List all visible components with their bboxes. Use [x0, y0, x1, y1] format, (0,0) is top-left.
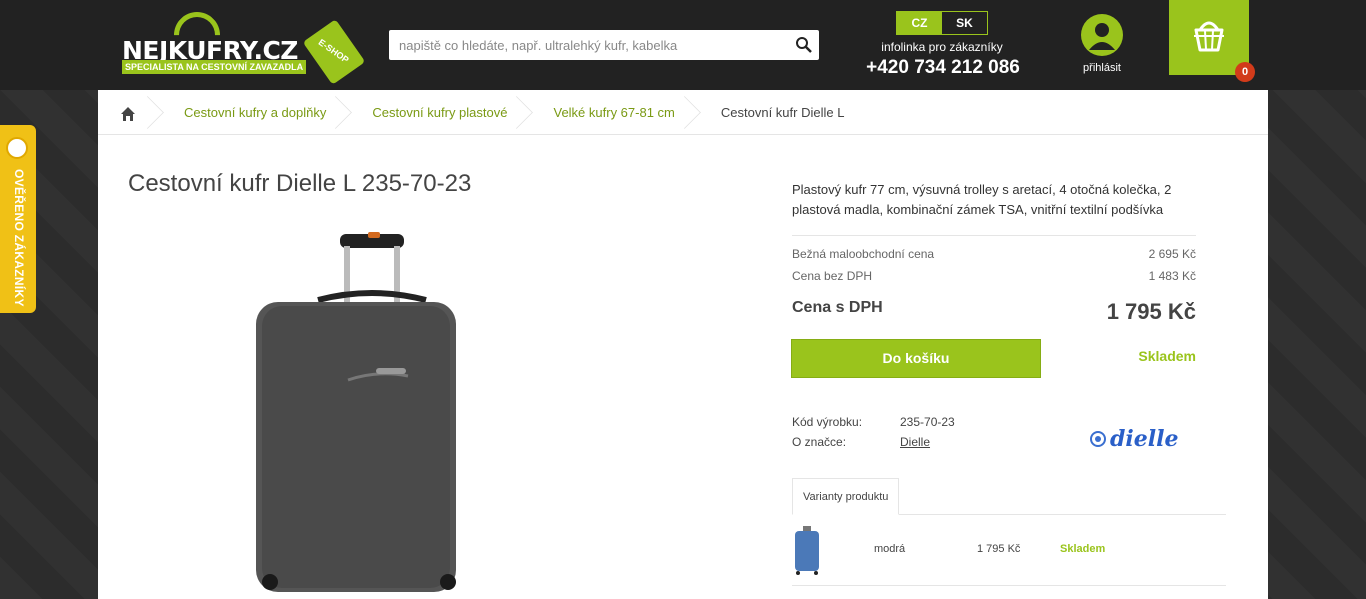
- product-panel: Cestovní kufry a doplňky Cestovní kufry …: [98, 90, 1268, 599]
- login-label: přihlásit: [1083, 62, 1121, 74]
- breadcrumb-item[interactable]: Velké kufry 67-81 cm: [525, 90, 692, 135]
- cart-count-badge: 0: [1235, 62, 1255, 82]
- verified-seal-icon: [6, 137, 28, 159]
- vat-price-label: Cena s DPH: [792, 299, 883, 316]
- variant-price: 1 795 Kč: [977, 543, 1021, 555]
- verified-badge-label: OVĚŘENO ZÁKAZNÍKY: [12, 169, 26, 307]
- breadcrumb-home[interactable]: [98, 90, 156, 135]
- brand-logo-text: dielle: [1110, 426, 1178, 452]
- variant-row[interactable]: modrá 1 795 Kč Skladem: [792, 518, 1226, 586]
- site-header: NEJKUFRY.CZ SPECIALISTA NA CESTOVNÍ ZAVA…: [0, 0, 1366, 90]
- variants-tabs: Varianty produktu: [792, 478, 1226, 515]
- retail-price-label: Bežná maloobchodní cena: [792, 247, 935, 261]
- retail-price-row: Bežná maloobchodní cena 2 695 Kč: [792, 247, 1196, 261]
- brand-label: O značce:: [792, 435, 847, 449]
- logo-subtitle: SPECIALISTA NA CESTOVNÍ ZAVAZADLA: [122, 60, 307, 74]
- breadcrumb-item[interactable]: Cestovní kufry a doplňky: [156, 90, 344, 135]
- product-title: Cestovní kufr Dielle L 235-70-23: [128, 170, 472, 197]
- site-logo[interactable]: NEJKUFRY.CZ SPECIALISTA NA CESTOVNÍ ZAVA…: [122, 2, 367, 85]
- retail-price-value: 2 695 Kč: [1148, 247, 1196, 261]
- breadcrumb-current: Cestovní kufr Dielle L: [720, 105, 845, 120]
- brand-logo-icon[interactable]: dielle: [1088, 422, 1184, 452]
- phone-number[interactable]: +420 734 212 086: [862, 57, 1024, 79]
- lang-sk-button[interactable]: SK: [942, 12, 987, 34]
- stock-status: Skladem: [1138, 348, 1196, 364]
- infolinka-label: infolinka pro zákazníky: [881, 40, 1003, 54]
- no-vat-price-row: Cena bez DPH 1 483 Kč: [792, 269, 1196, 283]
- tab-variants[interactable]: Varianty produktu: [792, 478, 900, 515]
- home-icon: [121, 106, 135, 121]
- product-description: Plastový kufr 77 cm, výsuvná trolley s a…: [792, 182, 1172, 217]
- logo-tag-text: E-SHOP: [316, 37, 351, 66]
- no-vat-price-value: 1 483 Kč: [1148, 269, 1196, 283]
- price-divider: [792, 235, 1196, 236]
- login-button[interactable]: přihlásit: [1074, 14, 1130, 74]
- breadcrumb: Cestovní kufry a doplňky Cestovní kufry …: [98, 90, 1268, 135]
- breadcrumb-item[interactable]: Cestovní kufry plastové: [344, 90, 525, 135]
- search-icon[interactable]: [795, 36, 813, 54]
- user-icon: [1081, 14, 1123, 56]
- add-to-cart-button[interactable]: Do košíku: [791, 339, 1041, 378]
- product-code-label: Kód výrobku:: [792, 415, 863, 429]
- logo-eshop-tag: E-SHOP: [302, 19, 366, 85]
- variant-thumbnail: [795, 526, 819, 575]
- search-input[interactable]: [389, 30, 784, 60]
- variant-color: modrá: [874, 543, 906, 555]
- variant-stock: Skladem: [1060, 543, 1106, 555]
- verified-customers-badge[interactable]: OVĚŘENO ZÁKAZNÍKY: [0, 125, 36, 313]
- product-code-value: 235-70-23: [900, 415, 955, 429]
- brand-link[interactable]: Dielle: [900, 435, 930, 449]
- cart-button[interactable]: [1169, 0, 1249, 75]
- vat-price-value: 1 795 Kč: [1106, 299, 1196, 324]
- lang-cz-button[interactable]: CZ: [897, 12, 942, 34]
- language-switcher: CZ SK: [896, 11, 988, 35]
- search-bar: [389, 30, 819, 60]
- no-vat-price-label: Cena bez DPH: [792, 269, 873, 283]
- product-image[interactable]: [248, 230, 468, 599]
- basket-icon: [1194, 21, 1224, 52]
